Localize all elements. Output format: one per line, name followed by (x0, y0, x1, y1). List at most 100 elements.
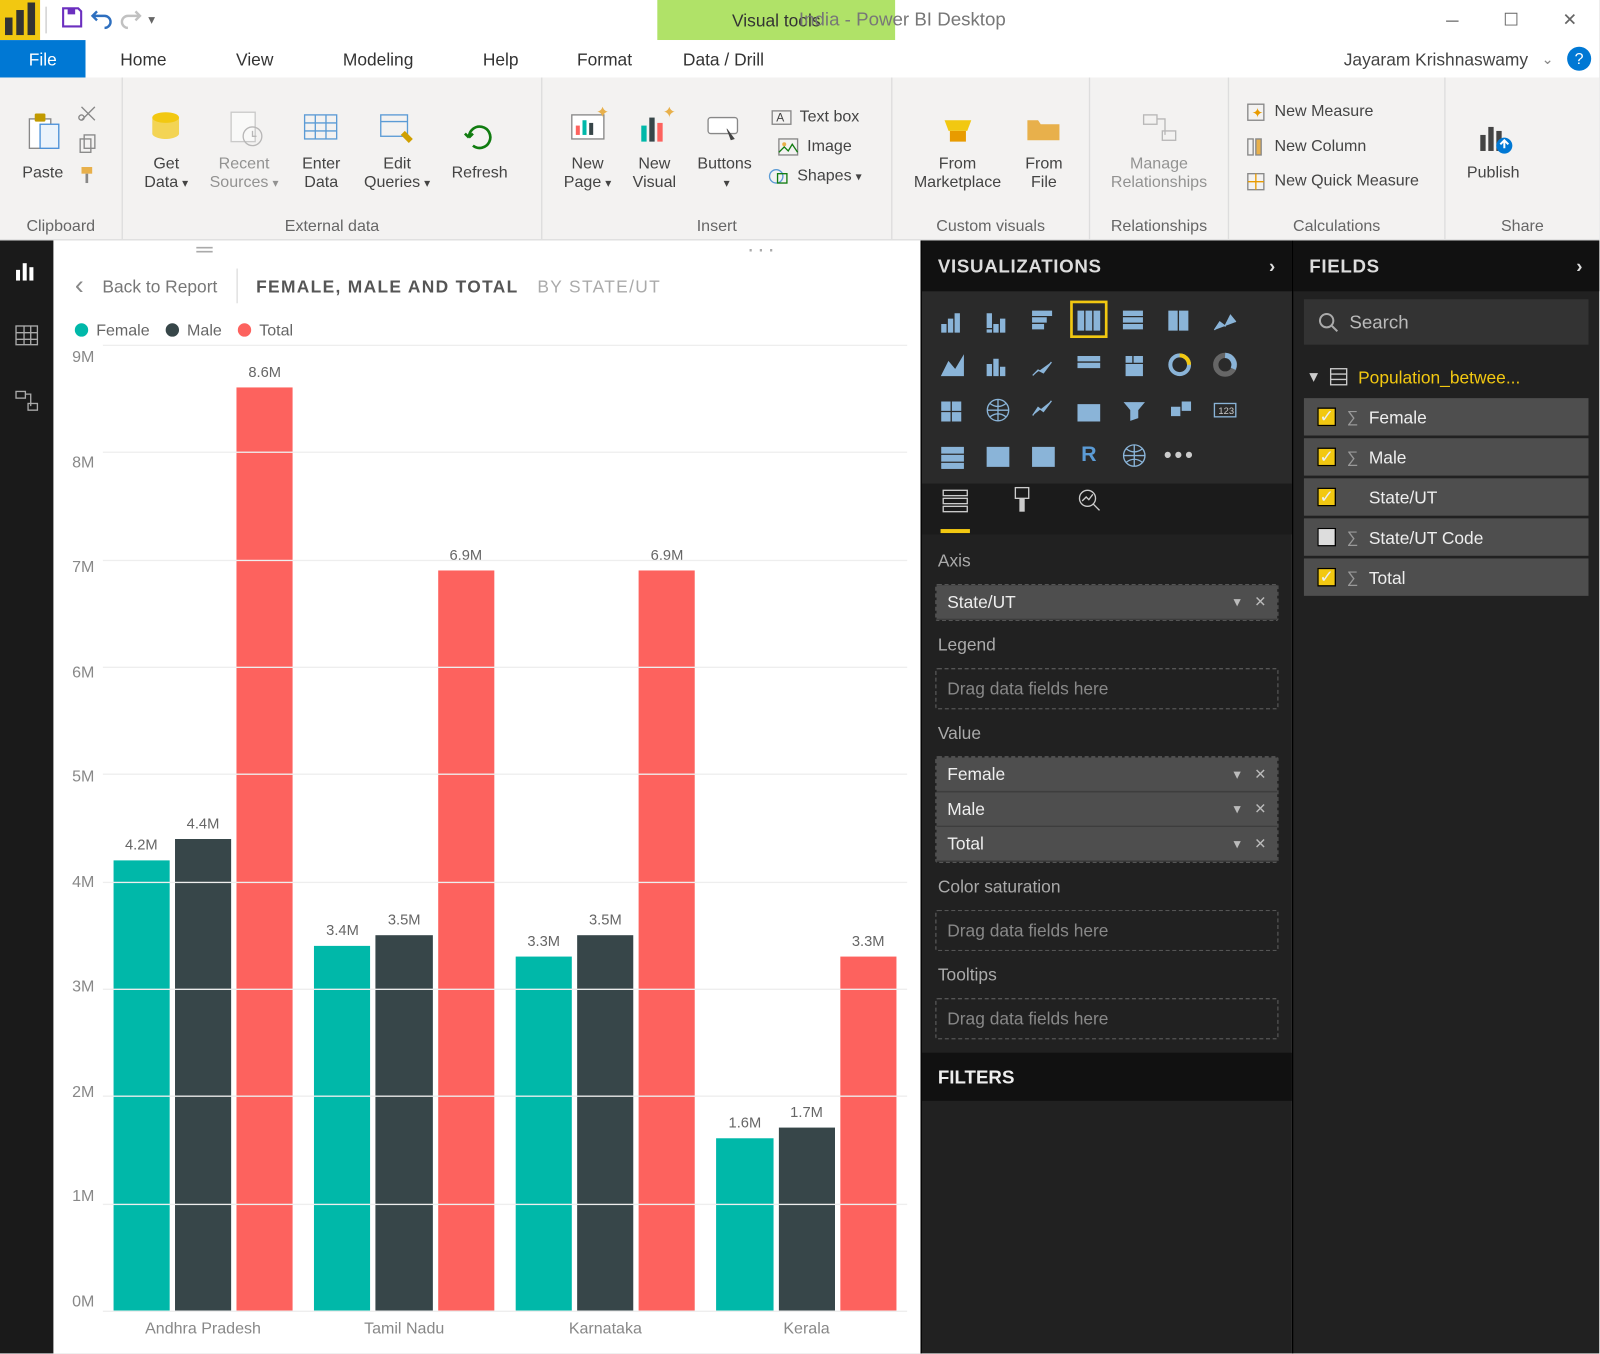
viz-type-26[interactable]: ••• (1162, 438, 1197, 473)
axis-chip-state[interactable]: State/UT▾✕ (937, 585, 1278, 620)
viz-type-12[interactable] (1162, 347, 1197, 382)
tooltips-dropzone[interactable]: Drag data fields here (937, 999, 1278, 1038)
viz-type-21[interactable] (935, 438, 970, 473)
redo-icon[interactable] (119, 5, 143, 36)
chevron-right-icon[interactable]: › (1269, 255, 1276, 276)
chevron-down-icon[interactable]: ⌄ (1541, 50, 1553, 67)
viz-type-17[interactable] (1071, 393, 1106, 428)
qat-caret-icon[interactable]: ▾ (148, 13, 155, 28)
checkbox-off-icon[interactable] (1317, 528, 1336, 547)
copy-icon[interactable] (77, 133, 98, 161)
filters-header[interactable]: FILTERS (922, 1053, 1292, 1101)
fields-tab-icon[interactable] (941, 485, 970, 533)
viz-type-9[interactable] (1026, 347, 1061, 382)
cut-icon[interactable] (77, 102, 98, 130)
bar-female-0[interactable]: 4.2M (113, 860, 169, 1311)
viz-type-15[interactable] (981, 393, 1016, 428)
viz-type-25[interactable] (1117, 438, 1152, 473)
bar-total-1[interactable]: 6.9M (438, 570, 494, 1311)
chevron-right-icon[interactable]: › (1576, 255, 1583, 276)
checkbox-on-icon[interactable]: ✓ (1317, 407, 1336, 426)
new-quick-measure-button[interactable]: New Quick Measure (1240, 168, 1424, 195)
menu-modeling[interactable]: Modeling (308, 40, 448, 77)
close-button[interactable]: ✕ (1540, 0, 1599, 40)
menu-home[interactable]: Home (86, 40, 202, 77)
format-tab-icon[interactable] (1007, 485, 1036, 533)
viz-type-11[interactable] (1117, 347, 1152, 382)
viz-type-5[interactable] (1162, 302, 1197, 337)
value-chip-female[interactable]: Female▾✕ (937, 758, 1278, 793)
menu-view[interactable]: View (201, 40, 308, 77)
legend-dropzone[interactable]: Drag data fields here (937, 669, 1278, 708)
model-view-icon[interactable] (13, 387, 40, 420)
viz-type-10[interactable] (1071, 347, 1106, 382)
maximize-button[interactable]: ☐ (1482, 0, 1541, 40)
field-female[interactable]: ✓∑Female (1304, 398, 1589, 435)
viz-type-14[interactable] (935, 393, 970, 428)
viz-type-1[interactable] (981, 302, 1016, 337)
viz-type-18[interactable] (1117, 393, 1152, 428)
shapes-button[interactable]: Shapes▾ (763, 163, 868, 190)
bar-male-3[interactable]: 1.7M (778, 1128, 834, 1310)
textbox-button[interactable]: AText box (763, 104, 868, 131)
table-header[interactable]: ▾ Population_betwee... (1304, 358, 1589, 395)
buttons-button[interactable]: Buttons▾ (687, 102, 763, 192)
menu-file[interactable]: File (0, 40, 86, 77)
viz-type-4[interactable] (1117, 302, 1152, 337)
menu-format[interactable]: Format (545, 40, 664, 77)
viz-type-2[interactable] (1026, 302, 1061, 337)
viz-type-24[interactable]: R (1071, 438, 1106, 473)
from-file-button[interactable]: From File (1012, 102, 1076, 192)
viz-type-23[interactable] (1026, 438, 1061, 473)
viz-type-20[interactable]: 123 (1208, 393, 1243, 428)
fields-search[interactable]: Search (1304, 299, 1589, 344)
field-state[interactable]: ✓∑State/UT (1304, 478, 1589, 515)
colorsat-dropzone[interactable]: Drag data fields here (937, 911, 1278, 950)
publish-button[interactable]: Publish (1456, 111, 1530, 183)
checkbox-on-icon[interactable]: ✓ (1317, 448, 1336, 467)
refresh-button[interactable]: Refresh (441, 111, 519, 183)
data-view-icon[interactable] (13, 322, 40, 355)
viz-type-16[interactable] (1026, 393, 1061, 428)
help-icon[interactable]: ? (1567, 47, 1591, 71)
checkbox-on-icon[interactable]: ✓ (1317, 568, 1336, 587)
user-name[interactable]: Jayaram Krishnaswamy (1344, 49, 1528, 69)
from-marketplace-button[interactable]: From Marketplace (903, 102, 1012, 192)
menu-datadrill[interactable]: Data / Drill (664, 40, 783, 77)
new-measure-button[interactable]: ✦New Measure (1240, 99, 1379, 126)
viz-type-8[interactable] (981, 347, 1016, 382)
remove-icon[interactable]: ✕ (1254, 593, 1266, 610)
value-chip-total[interactable]: Total▾✕ (937, 827, 1278, 862)
edit-queries-button[interactable]: Edit Queries▾ (353, 102, 441, 192)
field-state-code[interactable]: ∑State/UT Code (1304, 518, 1589, 555)
undo-icon[interactable] (90, 5, 114, 36)
report-view-icon[interactable] (13, 257, 40, 290)
analytics-tab-icon[interactable] (1074, 485, 1103, 533)
menu-help[interactable]: Help (448, 40, 553, 77)
viz-type-19[interactable] (1162, 393, 1197, 428)
bar-female-1[interactable]: 3.4M (314, 946, 370, 1311)
enter-data-button[interactable]: Enter Data (289, 102, 353, 192)
recent-sources-button[interactable]: Recent Sources▾ (199, 102, 289, 192)
get-data-button[interactable]: Get Data▾ (134, 102, 199, 192)
format-painter-icon[interactable] (77, 164, 98, 192)
field-male[interactable]: ✓∑Male (1304, 438, 1589, 475)
new-visual-button[interactable]: ✦New Visual (622, 102, 687, 192)
field-total[interactable]: ✓∑Total (1304, 558, 1589, 595)
checkbox-on-icon[interactable]: ✓ (1317, 488, 1336, 507)
viz-type-7[interactable] (935, 347, 970, 382)
bar-female-2[interactable]: 3.3M (516, 956, 572, 1310)
back-chevron-icon[interactable]: ‹ (75, 271, 84, 302)
value-chip-male[interactable]: Male▾✕ (937, 792, 1278, 827)
back-to-report[interactable]: Back to Report (102, 276, 217, 296)
chevron-down-icon[interactable]: ▾ (1233, 593, 1240, 610)
manage-relationships-button[interactable]: Manage Relationships (1101, 102, 1217, 192)
chart[interactable]: 9M8M7M6M5M4M3M2M1M0M 4.2M4.4M8.6M3.4M3.5… (53, 345, 920, 1354)
viz-type-13[interactable] (1208, 347, 1243, 382)
new-column-button[interactable]: New Column (1240, 134, 1372, 161)
bar-total-3[interactable]: 3.3M (840, 956, 896, 1310)
viz-type-0[interactable] (935, 302, 970, 337)
paste-button[interactable]: Paste (11, 111, 75, 183)
bar-female-3[interactable]: 1.6M (717, 1139, 773, 1311)
bar-male-2[interactable]: 3.5M (577, 935, 633, 1311)
